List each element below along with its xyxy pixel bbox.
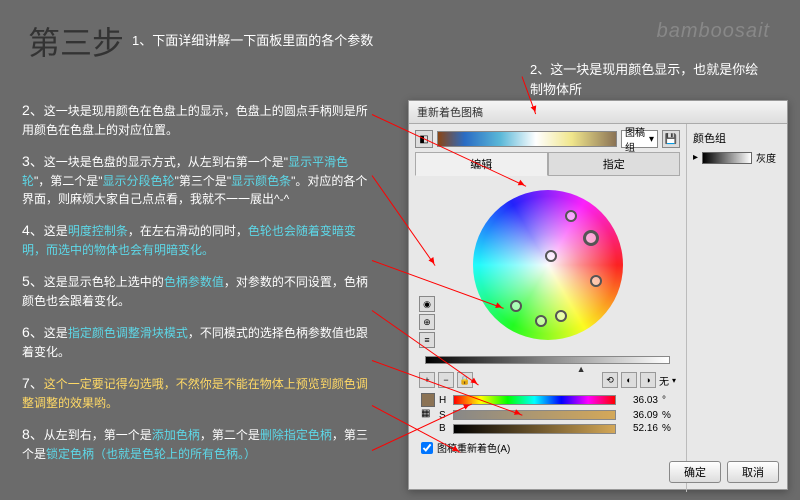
chevron-down-icon[interactable]: ▾ <box>672 376 676 385</box>
panel-title: 重新着色图稿 <box>409 101 787 124</box>
hsb-sliders: H 36.03° ▦ S 36.09% B 52.16% <box>415 390 680 437</box>
annotation-item: 6、这是指定颜色调整滑块模式，不同模式的选择色柄参数值也跟着变化。 <box>22 322 372 361</box>
annotation-item: 3、这一块是色盘的显示方式，从左到右第一个是"显示平滑色轮"，第二个是"显示分段… <box>22 151 372 208</box>
color-mode-icon[interactable]: ▦ <box>421 408 435 422</box>
cancel-button[interactable]: 取消 <box>727 461 779 483</box>
recolor-checkbox-label: 图稿重新着色(A) <box>437 440 510 455</box>
color-wheel-area[interactable]: ◉ ⊕ ≡ <box>415 180 680 350</box>
hue-slider[interactable] <box>453 395 616 405</box>
annotation-item: 4、这是明度控制条，在左右滑动的同时，色轮也会随着变暗变明，而选中的物体也会有明… <box>22 220 372 259</box>
color-group-heading: 颜色组 <box>693 130 781 146</box>
smooth-wheel-icon[interactable]: ◉ <box>419 296 435 312</box>
watermark: bamboosait <box>657 20 770 43</box>
color-wheel[interactable] <box>473 190 623 340</box>
step-title: 第三步 <box>28 18 124 64</box>
brightness-slider[interactable] <box>425 356 670 364</box>
preset-dropdown[interactable]: 图稿组▾ <box>621 130 658 148</box>
tool-icon-a[interactable]: ◐ <box>621 372 637 388</box>
current-color-swatch[interactable] <box>421 393 435 407</box>
color-group-row[interactable]: ▸ 灰度 <box>693 150 781 165</box>
saturation-slider[interactable] <box>453 410 616 420</box>
annotation-item: 8、从左到右，第一个是添加色柄，第二个是删除指定色柄，第三个是锁定色柄（也就是色… <box>22 424 372 463</box>
segmented-wheel-icon[interactable]: ⊕ <box>419 314 435 330</box>
expand-icon[interactable]: ▸ <box>693 152 698 163</box>
annotation-item: 2、这一块是现用颜色在色盘上的显示，色盘上的圆点手柄则是所用颜色在色盘上的对应位… <box>22 100 372 139</box>
annotation-item: 5、这是显示色轮上选中的色柄参数值，对参数的不同设置，色柄颜色也会跟着变化。 <box>22 271 372 310</box>
active-colors-spectrum[interactable] <box>437 131 617 147</box>
recolor-artwork-checkbox[interactable] <box>421 442 433 454</box>
annotation-item: 7、这个一定要记得勾选哦，不然你是不能在物体上预览到颜色调整调整的效果哟。 <box>22 373 372 412</box>
note-1: 1、下面详细讲解一下面板里面的各个参数 <box>132 30 373 49</box>
ok-button[interactable]: 确定 <box>669 461 721 483</box>
tool-icon-b[interactable]: ◑ <box>640 372 656 388</box>
brightness-value-slider[interactable] <box>453 424 616 434</box>
save-group-icon[interactable]: 💾 <box>662 130 680 148</box>
tab-assign[interactable]: 指定 <box>548 152 681 176</box>
chevron-down-icon: ▾ <box>649 134 654 145</box>
annotation-list: 2、这一块是现用颜色在色盘上的显示，色盘上的圆点手柄则是所用颜色在色盘上的对应位… <box>22 100 372 475</box>
mode-label: 无 <box>659 373 669 388</box>
link-icon[interactable]: ⟲ <box>602 372 618 388</box>
